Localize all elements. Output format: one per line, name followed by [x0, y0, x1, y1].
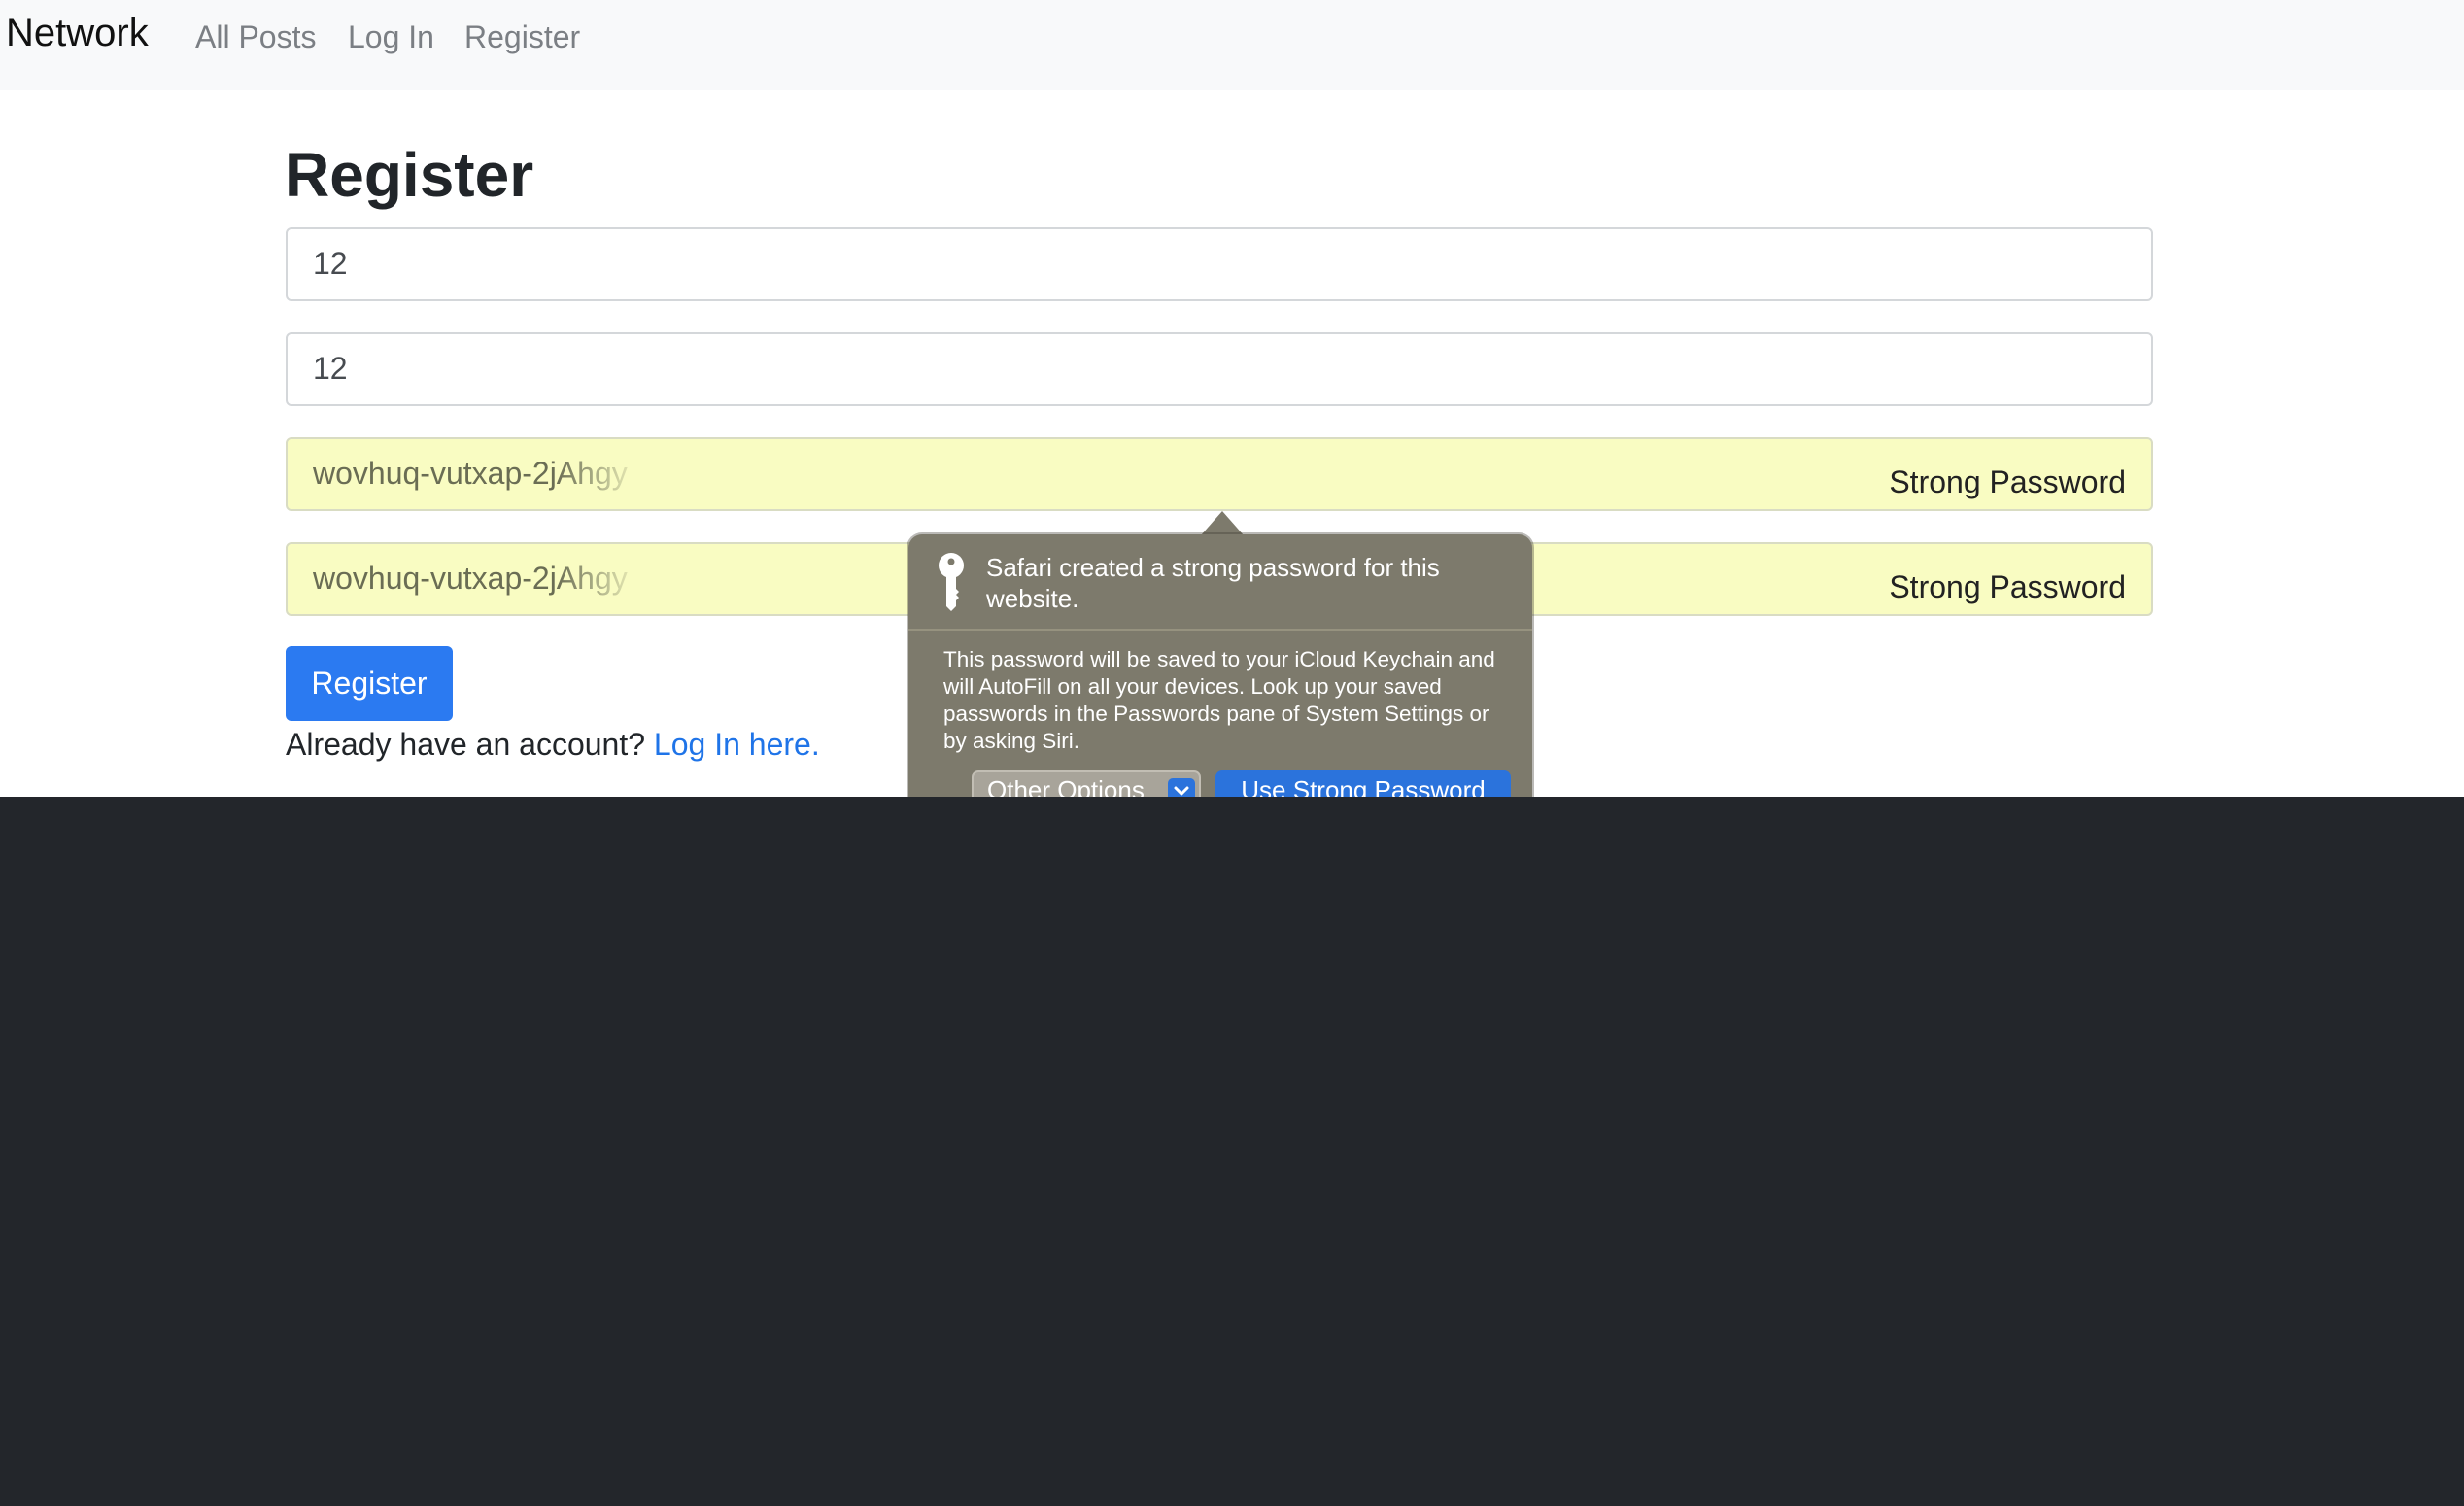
use-strong-password-button[interactable]: Use Strong Password: [1215, 770, 1511, 797]
popover-body: This password will be saved to your iClo…: [943, 647, 1495, 753]
login-prompt: Already have an account? Log In here.: [286, 727, 820, 763]
email-field[interactable]: 12: [286, 332, 2153, 406]
password-field[interactable]: wovhuq-vutxap-2jAhgy Strong Password: [286, 437, 2153, 511]
login-link[interactable]: Log In here.: [654, 727, 820, 762]
popover-title: Safari created a strong password for thi…: [986, 553, 1440, 613]
page-footer-dark: [0, 797, 2464, 1506]
page-title: Register: [285, 140, 534, 210]
other-options-button[interactable]: Other Options: [972, 770, 1201, 797]
chevron-down-icon: [1168, 778, 1195, 797]
nav-link-all-posts[interactable]: All Posts: [195, 19, 316, 55]
popover-header: Safari created a strong password for thi…: [908, 534, 1532, 631]
nav-link-register[interactable]: Register: [464, 19, 580, 55]
key-icon: [939, 553, 964, 611]
page: Network All Posts Log In Register Regist…: [0, 0, 2464, 797]
nav-link-log-in[interactable]: Log In: [348, 19, 434, 55]
email-value: 12: [313, 351, 348, 386]
navbar: Network All Posts Log In Register: [0, 0, 2464, 90]
password-value: wovhuq-vutxap-2jAhgy: [313, 456, 628, 491]
username-field[interactable]: 12: [286, 227, 2153, 301]
other-options-label: Other Options: [987, 774, 1145, 798]
safari-password-popover: Safari created a strong password for thi…: [908, 534, 1532, 797]
strong-password-label: Strong Password: [1889, 464, 2126, 499]
username-value: 12: [313, 246, 348, 281]
register-button[interactable]: Register: [286, 646, 453, 721]
confirmation-value: wovhuq-vutxap-2jAhgy: [313, 561, 628, 596]
popover-caret: [1201, 511, 1244, 535]
navbar-brand[interactable]: Network: [6, 12, 149, 55]
login-prompt-text: Already have an account?: [286, 727, 646, 762]
strong-password-label: Strong Password: [1889, 569, 2126, 604]
